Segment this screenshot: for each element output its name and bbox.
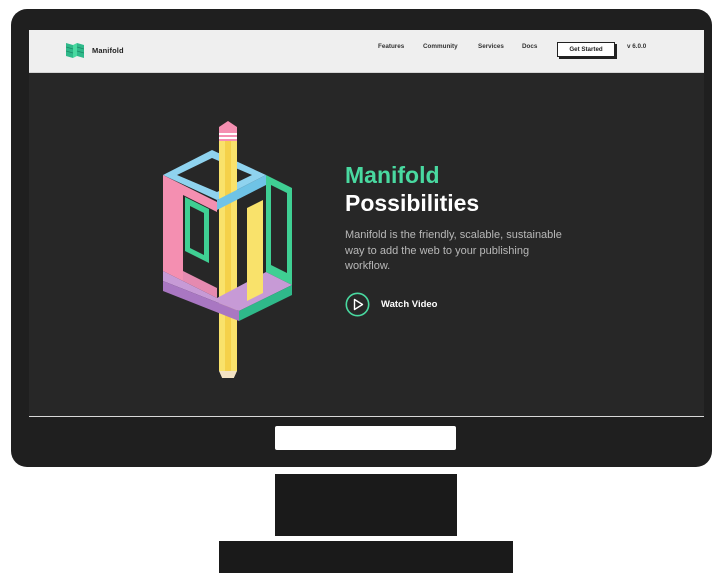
get-started-button[interactable]: Get Started bbox=[557, 42, 615, 57]
screen-divider bbox=[29, 416, 704, 417]
brand[interactable]: Manifold bbox=[66, 42, 124, 59]
hero-title: Possibilities bbox=[345, 190, 480, 216]
site-header: Manifold Features Community Services Doc… bbox=[29, 30, 704, 73]
brand-name: Manifold bbox=[92, 46, 124, 55]
monitor-mockup: Manifold Features Community Services Doc… bbox=[0, 0, 712, 573]
monitor-screen: Manifold Features Community Services Doc… bbox=[29, 30, 704, 416]
nav-community[interactable]: Community bbox=[423, 43, 458, 50]
watch-video-button[interactable]: Watch Video bbox=[345, 292, 437, 317]
monitor-stand-neck bbox=[275, 474, 457, 536]
nav-docs[interactable]: Docs bbox=[522, 43, 537, 50]
hero-title-accent: Manifold bbox=[345, 162, 440, 188]
hero-description: Manifold is the friendly, scalable, sust… bbox=[345, 229, 562, 272]
watch-video-label: Watch Video bbox=[381, 299, 438, 310]
pencil-cube-illustration bbox=[163, 121, 292, 378]
manifold-logo-icon bbox=[66, 43, 84, 58]
play-circle-icon bbox=[345, 292, 370, 317]
monitor-stand-base bbox=[219, 541, 513, 573]
nav-features[interactable]: Features bbox=[378, 43, 404, 50]
version-label: v 6.0.0 bbox=[627, 43, 647, 50]
monitor-chin-slot bbox=[275, 426, 456, 450]
nav-services[interactable]: Services bbox=[478, 43, 504, 50]
